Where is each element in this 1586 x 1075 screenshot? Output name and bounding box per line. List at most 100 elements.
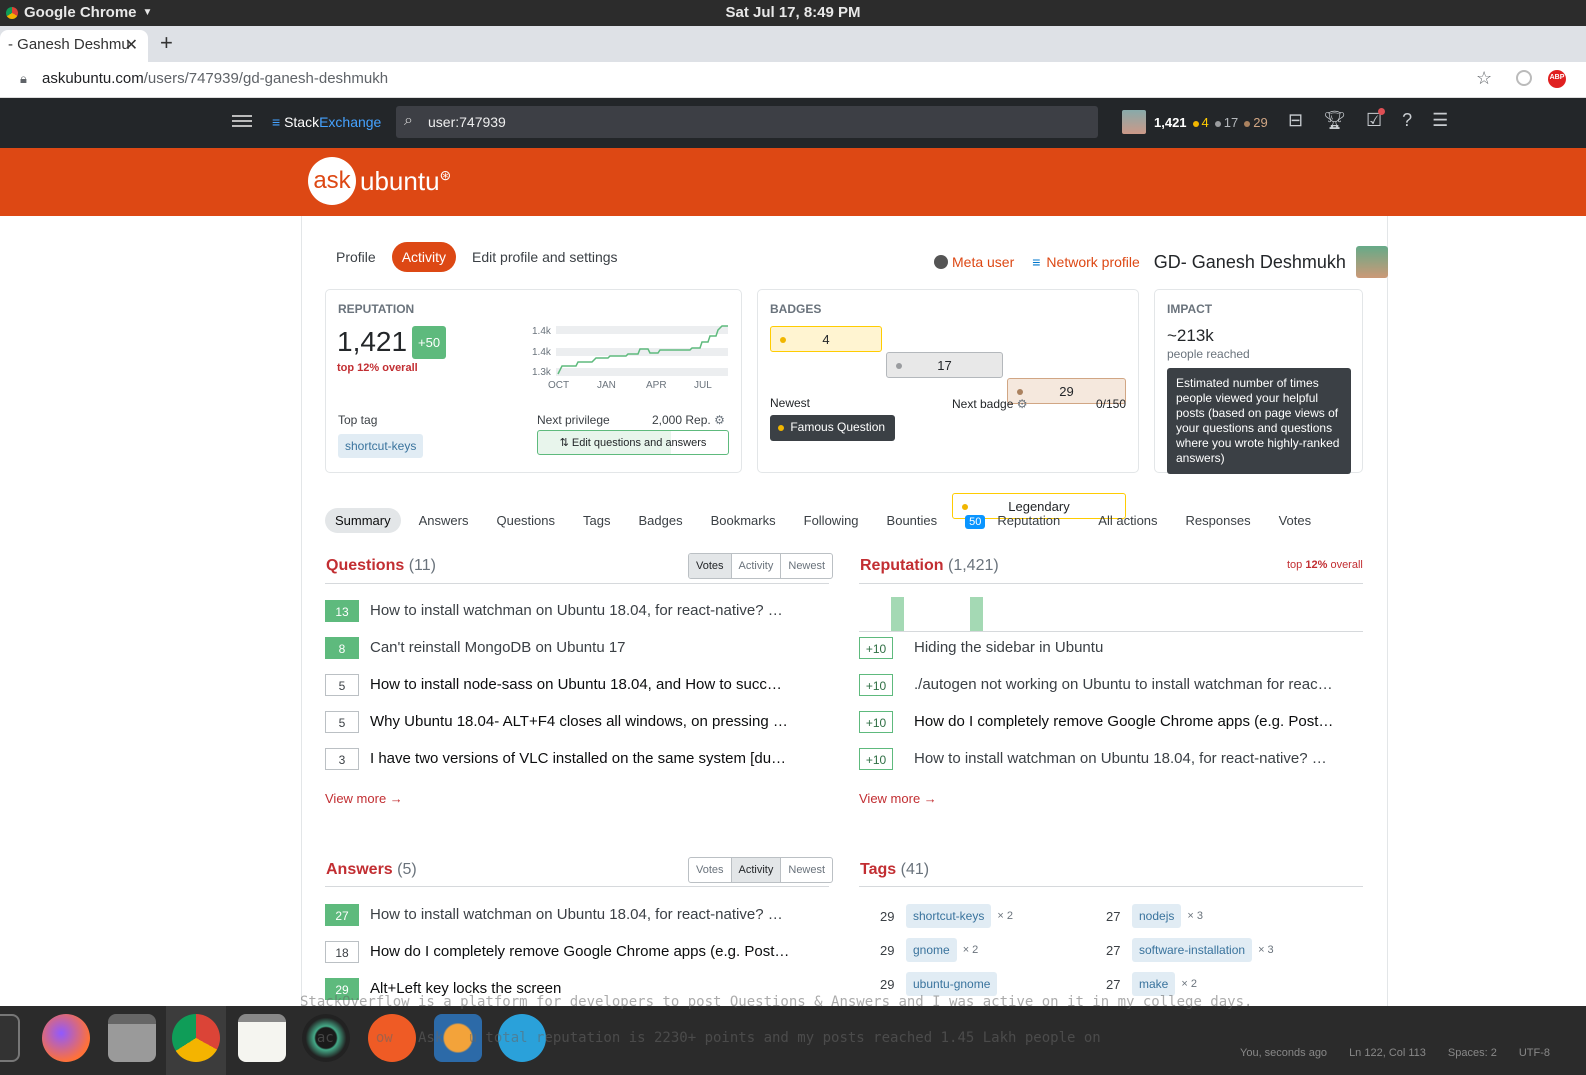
tag-chip[interactable]: gnome (906, 938, 957, 962)
sort-votes[interactable]: Votes (689, 858, 732, 882)
tab-activity[interactable]: Activity (391, 242, 457, 272)
stackexchange-logo[interactable]: ≡ StackExchange (272, 114, 381, 130)
tag-score: 29 (880, 942, 895, 958)
post-link[interactable]: How do I completely remove Google Chrome… (914, 713, 1334, 730)
tab-edit-profile[interactable]: Edit profile and settings (462, 242, 628, 272)
reputation-title[interactable]: Reputation (1,421) (860, 557, 999, 575)
question-link[interactable]: How to install watchman on Ubuntu 18.04,… (370, 602, 790, 619)
subtab-questions[interactable]: Questions (486, 508, 565, 533)
stack-icon: ≡ (272, 114, 281, 130)
search-input[interactable]: ⌕ user:747939 (396, 106, 1098, 138)
firefox-icon[interactable] (42, 1014, 90, 1062)
question-link[interactable]: I have two versions of VLC installed on … (370, 750, 790, 767)
tag-chip[interactable]: software-installation (1132, 938, 1253, 962)
ubuntu-wordmark: ubuntu (360, 165, 440, 196)
question-link[interactable]: How to install node-sass on Ubuntu 18.04… (370, 676, 790, 693)
sort-activity[interactable]: Activity (732, 554, 782, 578)
bronze-badge-total: 29 (1059, 384, 1074, 399)
tag-chip[interactable]: shortcut-keys (906, 904, 992, 928)
questions-title[interactable]: Questions (11) (326, 557, 436, 575)
next-privilege-button[interactable]: ⇅ Edit questions and answers (537, 430, 729, 455)
subtab-badges[interactable]: Badges (629, 508, 693, 533)
search-value: user:747939 (428, 114, 506, 130)
subtab-bookmarks[interactable]: Bookmarks (701, 508, 786, 533)
reputation-view-more[interactable]: View more → (859, 791, 937, 806)
text-editor-icon[interactable] (238, 1014, 286, 1062)
sort-activity[interactable]: Activity (731, 858, 782, 882)
review-icon[interactable]: ☑ (1366, 108, 1386, 131)
askubuntu-logo[interactable]: ask ubuntu ⊛ (308, 157, 451, 205)
meta-user-link[interactable]: Meta user (952, 254, 1014, 270)
subtab-votes[interactable]: Votes (1269, 508, 1322, 533)
tag-score: 27 (1106, 908, 1121, 924)
encoding[interactable]: UTF-8 (1519, 1047, 1550, 1059)
terminal-icon[interactable] (0, 1014, 20, 1062)
help-icon[interactable]: ? (1402, 110, 1412, 131)
silver-badge-total: 17 (937, 358, 952, 373)
network-profile-link[interactable]: Network profile (1046, 254, 1139, 270)
sort-newest[interactable]: Newest (781, 858, 832, 882)
browser-tab[interactable]: - Ganesh Deshmu ✕ (0, 30, 148, 62)
answer-link[interactable]: How to install watchman on Ubuntu 18.04,… (370, 906, 790, 923)
post-link[interactable]: ./autogen not working on Ubuntu to insta… (914, 676, 1334, 693)
clock[interactable]: Sat Jul 17, 8:49 PM (0, 4, 1586, 21)
files-icon[interactable] (108, 1014, 156, 1062)
rep-delta: +10 (859, 747, 893, 770)
questions-view-more[interactable]: View more → (325, 791, 403, 806)
menu-icon[interactable] (232, 112, 252, 132)
avatar (1122, 110, 1146, 134)
site-header (0, 148, 1586, 216)
close-icon[interactable]: ✕ (125, 35, 138, 55)
subtab-tags[interactable]: Tags (573, 508, 620, 533)
next-privilege-text: Edit questions and answers (571, 437, 707, 449)
subtab-summary[interactable]: Summary (325, 508, 401, 533)
indent-setting[interactable]: Spaces: 2 (1448, 1047, 1497, 1059)
gear-icon[interactable]: ⚙ (714, 413, 725, 427)
editor-status-bar: You, seconds ago Ln 122, Col 113 Spaces:… (1240, 1047, 1550, 1059)
subtab-reputation[interactable]: 50 Reputation (955, 508, 1080, 533)
lock-icon[interactable]: 🔒︎ (20, 71, 27, 87)
tag-row: 27 software-installation × 3 (1106, 933, 1274, 967)
subtab-bounties[interactable]: Bounties (877, 508, 948, 533)
rep-delta: +10 (859, 636, 893, 659)
tag-chip[interactable]: make (1132, 972, 1176, 996)
post-link[interactable]: Hiding the sidebar in Ubuntu (914, 639, 1334, 656)
silver-badge-box[interactable]: 17 (886, 352, 1003, 378)
answers-title[interactable]: Answers (5) (326, 861, 417, 879)
user-card-mini[interactable]: 1,421 4 17 29 (1122, 110, 1268, 134)
adblock-icon[interactable]: ABP (1548, 70, 1566, 88)
subtab-all-actions[interactable]: All actions (1088, 508, 1167, 533)
newest-badge[interactable]: Famous Question (770, 415, 896, 441)
tag-chip[interactable]: ubuntu-gnome (906, 972, 998, 996)
top-tag[interactable]: shortcut-keys (338, 434, 424, 458)
new-tab-button[interactable]: + (160, 30, 173, 56)
topbar-icons: ⊟ 🏆︎ ☑ ? ☰ (1288, 108, 1448, 131)
tag-chip[interactable]: nodejs (1132, 904, 1182, 928)
subtab-following[interactable]: Following (794, 508, 869, 533)
answer-link[interactable]: How do I completely remove Google Chrome… (370, 943, 790, 960)
profile-avatar[interactable] (1355, 246, 1388, 278)
inbox-icon[interactable]: ⊟ (1288, 110, 1303, 131)
brand-a: Stack (284, 114, 320, 130)
cursor-position[interactable]: Ln 122, Col 113 (1349, 1047, 1426, 1059)
url-field[interactable]: askubuntu.com/users/747939/gd-ganesh-des… (42, 70, 388, 87)
extension-icon[interactable] (1516, 70, 1532, 86)
post-link[interactable]: How to install watchman on Ubuntu 18.04,… (914, 750, 1334, 767)
sort-votes[interactable]: Votes (689, 554, 732, 578)
gear-icon[interactable]: ⚙ (1017, 397, 1028, 411)
question-link[interactable]: Why Ubuntu 18.04- ALT+F4 closes all wind… (370, 713, 790, 730)
question-link[interactable]: Can't reinstall MongoDB on Ubuntu 17 (370, 639, 790, 656)
reputation-count: (1,421) (948, 557, 999, 574)
activity-subtabs: Summary Answers Questions Tags Badges Bo… (325, 508, 1321, 533)
subtab-answers[interactable]: Answers (409, 508, 479, 533)
git-blame[interactable]: You, seconds ago (1240, 1047, 1327, 1059)
meta-icon (934, 255, 948, 269)
gold-badge-box[interactable]: 4 (770, 326, 882, 352)
star-icon[interactable]: ☆ (1476, 68, 1492, 89)
tab-profile[interactable]: Profile (326, 242, 386, 272)
tags-title[interactable]: Tags (41) (860, 861, 929, 879)
site-switcher-icon[interactable]: ☰ (1432, 110, 1448, 131)
trophy-icon[interactable]: 🏆︎ (1323, 110, 1346, 131)
sort-newest[interactable]: Newest (781, 554, 832, 578)
subtab-responses[interactable]: Responses (1176, 508, 1261, 533)
